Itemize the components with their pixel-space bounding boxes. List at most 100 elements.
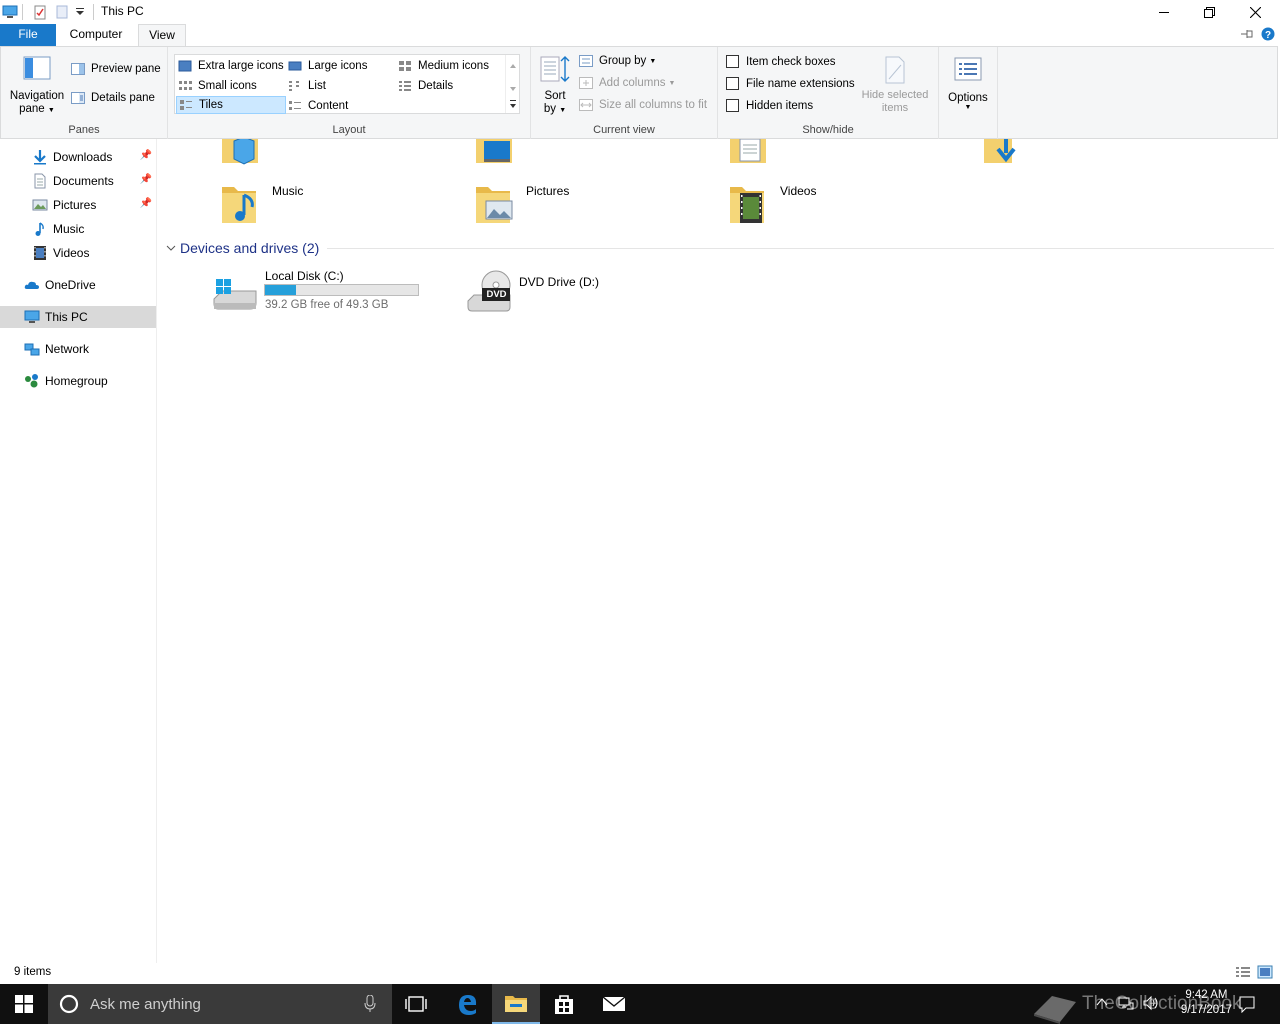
layout-extra-large-icons[interactable]: Extra large icons xyxy=(178,57,286,75)
nav-item-label: Videos xyxy=(53,246,90,260)
file-name-extensions-checkbox[interactable]: File name extensions xyxy=(726,77,855,90)
taskbar: Ask me anything TheCollectionBook 9:42 A… xyxy=(0,984,1280,1024)
item-check-boxes-label: Item check boxes xyxy=(746,55,836,68)
options-button[interactable]: Options ▼ xyxy=(943,55,993,111)
size-columns-label: Size all columns to fit xyxy=(599,99,708,111)
drive-local-disk-c[interactable]: Local Disk (C:) 39.2 GB free of 49.3 GB xyxy=(212,269,432,315)
edge-taskbar-button[interactable] xyxy=(443,984,491,1024)
tab-file[interactable]: File xyxy=(0,24,56,46)
dvd-badge: DVD xyxy=(486,289,507,300)
preview-pane-button[interactable]: Preview pane xyxy=(71,63,161,75)
taskbar-clock[interactable]: 9:42 AM 9/17/2017 xyxy=(1181,988,1232,1018)
file-explorer-icon xyxy=(505,996,527,1012)
minimize-button[interactable] xyxy=(1141,0,1187,24)
file-name-extensions-label: File name extensions xyxy=(746,77,855,90)
chevron-down-icon: ▼ xyxy=(649,57,657,65)
large-icons-view-icon[interactable] xyxy=(1257,965,1273,982)
nav-item-label: Music xyxy=(53,222,85,236)
file-explorer-taskbar-button[interactable] xyxy=(492,984,540,1024)
new-folder-icon[interactable] xyxy=(55,4,69,20)
start-button[interactable] xyxy=(0,984,48,1024)
size-columns-button[interactable]: Size all columns to fit xyxy=(579,99,707,111)
nav-item-label: Pictures xyxy=(53,198,97,212)
this-pc-icon xyxy=(2,4,18,20)
documents-folder-icon[interactable] xyxy=(728,138,768,168)
sort-by-button[interactable]: Sort by ▼ xyxy=(539,55,571,117)
list-icon xyxy=(289,81,299,91)
properties-icon[interactable] xyxy=(32,4,48,20)
volume-icon[interactable] xyxy=(1142,995,1160,1014)
tab-computer[interactable]: Computer xyxy=(60,24,132,46)
show-hidden-icons-chevron[interactable] xyxy=(1096,996,1108,1010)
mail-taskbar-button[interactable] xyxy=(590,984,638,1024)
nav-item-homegroup[interactable]: Homegroup xyxy=(0,370,156,392)
pin-icon[interactable]: 📌 xyxy=(140,174,152,185)
item-check-boxes-checkbox[interactable]: Item check boxes xyxy=(726,55,835,68)
devices-and-drives-header[interactable]: Devices and drives (2) xyxy=(166,239,1274,257)
layout-large-icons[interactable]: Large icons xyxy=(288,57,396,75)
nav-item-downloads[interactable]: Downloads 📌 xyxy=(0,146,156,168)
network-tray-icon[interactable] xyxy=(1118,995,1134,1014)
local-disk-icon xyxy=(213,279,257,310)
action-center-icon[interactable] xyxy=(1238,995,1256,1016)
details-view-icon[interactable] xyxy=(1235,966,1251,981)
edge-icon xyxy=(459,995,477,1015)
layout-details[interactable]: Details xyxy=(398,77,506,95)
current-view-group: Sort by ▼ Group by ▼ Add columns ▼ Size … xyxy=(531,47,718,139)
nav-item-documents[interactable]: Documents 📌 xyxy=(0,170,156,192)
pin-ribbon-icon[interactable] xyxy=(1240,28,1254,43)
navigation-pane-button[interactable]: Navigation pane ▼ xyxy=(7,55,67,117)
layout-group-label: Layout xyxy=(332,124,366,136)
section-divider xyxy=(327,247,1274,249)
navigation-pane-label-2: pane xyxy=(19,103,45,115)
restore-button[interactable] xyxy=(1186,0,1232,24)
hide-selected-items-button[interactable]: Hide selected items xyxy=(858,55,932,115)
layout-medium-icons[interactable]: Medium icons xyxy=(398,57,506,75)
customize-quick-access-icon[interactable] xyxy=(75,4,85,20)
chevron-down-icon: ▼ xyxy=(559,107,567,114)
nav-item-onedrive[interactable]: OneDrive xyxy=(0,274,156,296)
clock-time: 9:42 AM xyxy=(1185,989,1228,1001)
folder-pictures[interactable]: Pictures xyxy=(474,181,569,225)
pin-icon[interactable]: 📌 xyxy=(140,198,152,209)
layout-list[interactable]: List xyxy=(288,77,396,95)
tab-view[interactable]: View xyxy=(138,24,186,47)
nav-item-network[interactable]: Network xyxy=(0,338,156,360)
details-pane-button[interactable]: Details pane xyxy=(71,92,155,104)
help-icon[interactable]: ? xyxy=(1261,27,1275,44)
desktop-folder-icon[interactable] xyxy=(474,139,514,168)
windows-logo-icon xyxy=(15,995,33,1013)
group-by-button[interactable]: Group by ▼ xyxy=(579,55,656,67)
cortana-search-box[interactable]: Ask me anything xyxy=(48,984,392,1024)
videos-folder-icon xyxy=(730,187,764,223)
nav-item-videos[interactable]: Videos xyxy=(0,242,156,264)
folder-music[interactable]: Music xyxy=(220,181,303,225)
downloads-folder-icon[interactable] xyxy=(982,139,1022,168)
pin-icon[interactable]: 📌 xyxy=(140,150,152,161)
navigation-pane-label: Navigation xyxy=(9,90,65,102)
nav-item-pictures[interactable]: Pictures 📌 xyxy=(0,194,156,216)
drive-dvd-d[interactable]: DVD DVD Drive (D:) xyxy=(466,269,666,315)
layout-small-icons[interactable]: Small icons xyxy=(178,77,286,95)
hidden-items-checkbox[interactable]: Hidden items xyxy=(726,99,813,112)
close-button[interactable] xyxy=(1232,0,1278,24)
checkbox-icon xyxy=(726,77,739,90)
layout-gallery-scroll[interactable] xyxy=(505,55,519,113)
mail-icon xyxy=(602,996,626,1011)
nav-item-music[interactable]: Music xyxy=(0,218,156,240)
this-pc-icon xyxy=(24,310,40,323)
folder-videos[interactable]: Videos xyxy=(728,181,816,225)
layout-tiles[interactable]: Tiles xyxy=(176,96,286,114)
layout-content[interactable]: Content xyxy=(288,97,396,115)
add-columns-button[interactable]: Add columns ▼ xyxy=(579,77,675,89)
nav-item-label: Documents xyxy=(53,174,114,188)
store-taskbar-button[interactable] xyxy=(540,984,588,1024)
nav-item-label: Downloads xyxy=(53,150,113,164)
task-view-button[interactable] xyxy=(392,984,440,1024)
nav-item-this-pc[interactable]: This PC xyxy=(0,306,156,328)
options-group: Options ▼ xyxy=(939,47,998,139)
microphone-icon[interactable] xyxy=(364,995,376,1013)
3d-objects-folder-icon[interactable] xyxy=(220,136,260,168)
layout-group: Extra large icons Large icons Medium ico… xyxy=(168,47,531,139)
hidden-items-label: Hidden items xyxy=(746,99,814,112)
